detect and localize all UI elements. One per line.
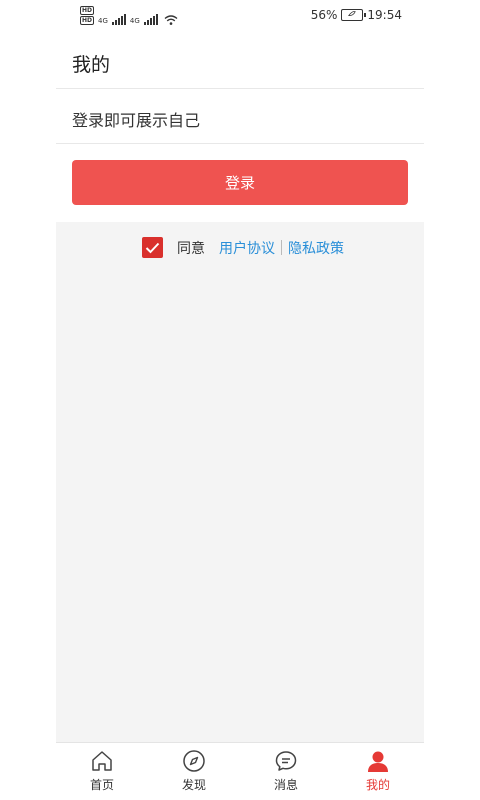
divider [56, 88, 424, 89]
page: HD HD 4G 4G 56% 19:54 我的 登录即可展示自己 登录 同意 … [0, 0, 480, 800]
nav-item-messages[interactable]: 消息 [246, 749, 326, 793]
divider [56, 143, 424, 144]
login-button-label: 登录 [224, 174, 255, 192]
page-title: 我的 [72, 54, 111, 76]
network-type: 4G [129, 17, 140, 25]
main-content: 我的 登录即可展示自己 登录 同意 用户协议 隐私政策 [56, 32, 424, 742]
link-separator [281, 240, 282, 255]
compass-icon [183, 750, 205, 772]
battery-icon [341, 9, 367, 21]
status-bar: HD HD 4G 4G 56% 19:54 [0, 0, 480, 32]
network-type: 4G [98, 17, 108, 25]
agree-label: 同意 [177, 240, 205, 257]
hd-icons: HD HD [80, 6, 95, 25]
agreement-row: 同意 用户协议 隐私政策 [142, 237, 344, 258]
nav-label: 首页 [89, 778, 114, 792]
battery-percent: 56% [310, 8, 338, 22]
privacy-policy-link[interactable]: 隐私政策 [288, 238, 344, 258]
nav-label: 我的 [365, 778, 390, 792]
nav-item-discover[interactable]: 发现 [154, 749, 234, 793]
bottom-nav: 首页 发现 消息 我的 [56, 742, 424, 800]
status-left: HD HD 4G 4G [80, 6, 178, 25]
check-icon [145, 242, 160, 253]
nav-label: 消息 [273, 778, 298, 792]
login-button[interactable]: 登录 [72, 160, 408, 205]
login-prompt[interactable]: 登录即可展示自己 [72, 107, 200, 131]
person-icon [368, 751, 388, 772]
hd-icon: HD [80, 16, 95, 25]
content-area: 同意 用户协议 隐私政策 [56, 222, 424, 742]
nav-item-home[interactable]: 首页 [62, 749, 142, 793]
signal-icon [111, 14, 126, 25]
message-icon [275, 751, 297, 771]
wifi-icon [164, 15, 178, 25]
agree-checkbox[interactable] [142, 237, 163, 258]
clock: 19:54 [367, 8, 402, 22]
signal-icon [143, 14, 158, 25]
user-agreement-link[interactable]: 用户协议 [219, 238, 275, 258]
status-right: 56% 19:54 [311, 8, 402, 22]
home-icon [92, 751, 112, 771]
nav-item-me[interactable]: 我的 [338, 749, 418, 793]
hd-icon: HD [80, 6, 95, 15]
nav-label: 发现 [181, 778, 206, 792]
